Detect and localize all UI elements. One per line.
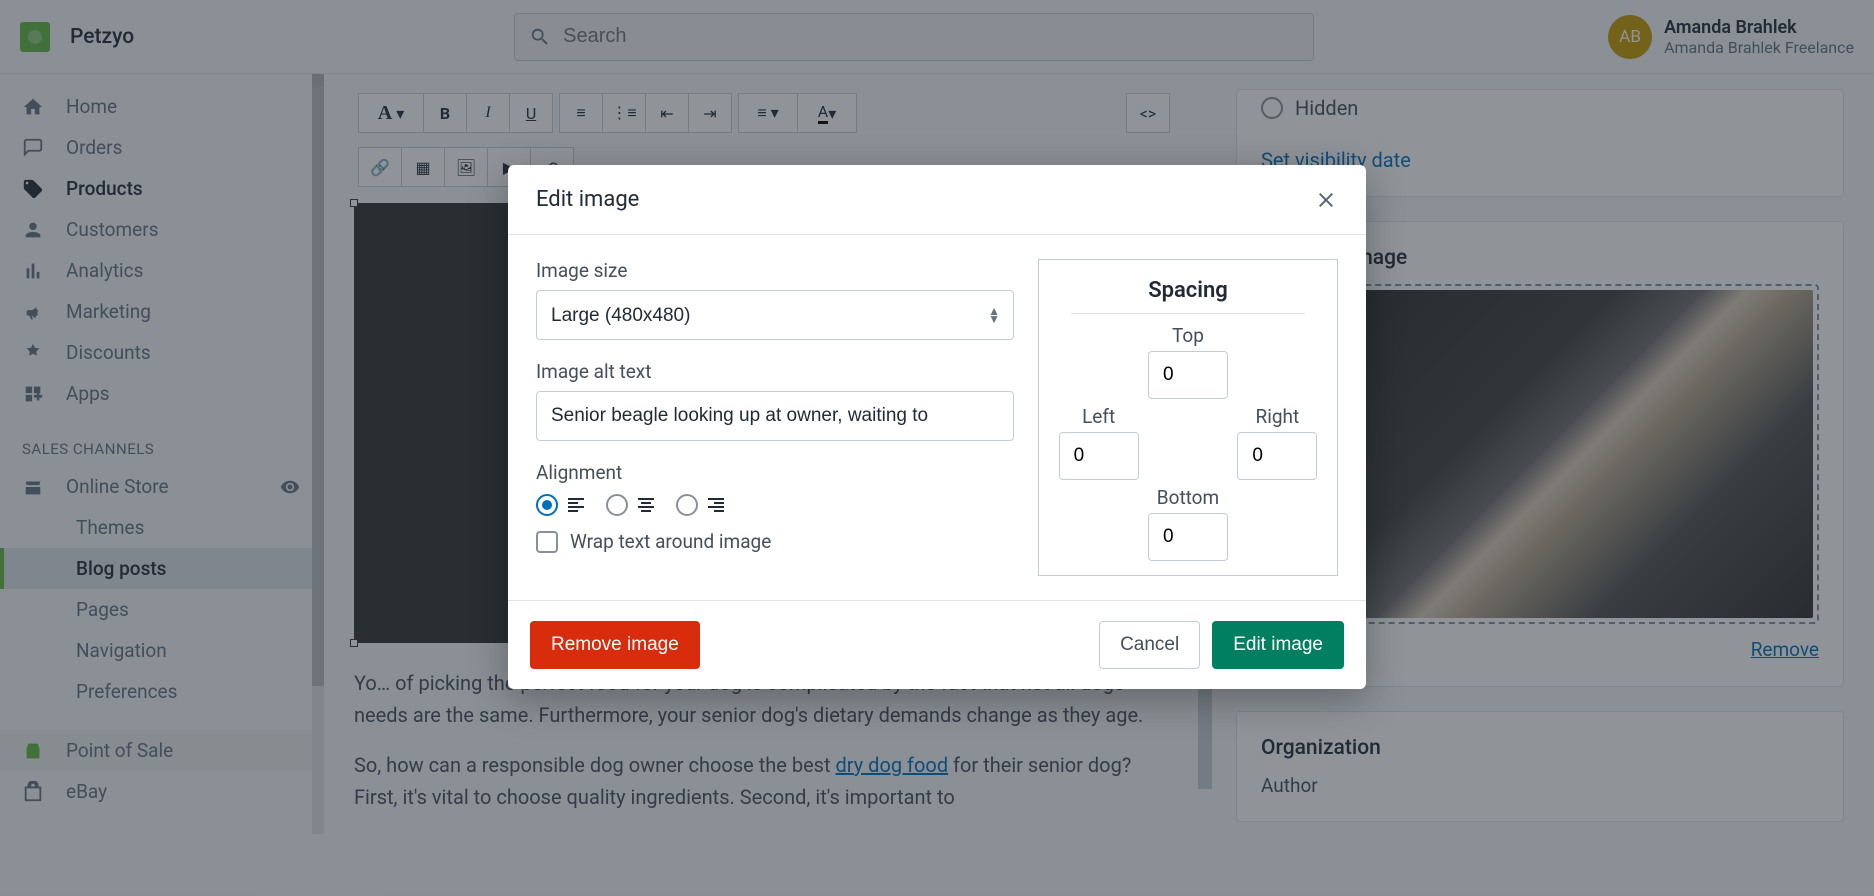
radio-icon [676,494,698,516]
wrap-text-checkbox-row[interactable]: Wrap text around image [536,530,1014,553]
align-center-icon [638,498,654,512]
edit-image-modal: Edit image Image size Large (480x480) ▲▼… [508,165,1366,689]
align-right-icon [708,498,724,512]
checkbox-icon [536,531,558,553]
radio-icon [536,494,558,516]
image-alt-label: Image alt text [536,360,1014,383]
modal-title: Edit image [536,187,639,212]
spacing-top-input[interactable] [1148,351,1228,399]
radio-icon [606,494,628,516]
close-icon[interactable] [1314,188,1338,212]
modal-body: Image size Large (480x480) ▲▼ Image alt … [508,235,1366,600]
spacing-bottom-input[interactable] [1148,513,1228,561]
spacing-panel: Spacing Top Left Right Bott [1038,259,1338,576]
align-right-option[interactable] [676,494,724,516]
cancel-button[interactable]: Cancel [1099,621,1200,669]
select-arrows-icon: ▲▼ [988,307,1000,323]
modal-footer: Remove image Cancel Edit image [508,600,1366,689]
alignment-label: Alignment [536,461,1014,484]
spacing-left-input[interactable] [1059,432,1139,480]
align-left-option[interactable] [536,494,584,516]
spacing-left-label: Left [1082,405,1115,428]
modal-overlay: Edit image Image size Large (480x480) ▲▼… [0,0,1874,896]
align-center-option[interactable] [606,494,654,516]
spacing-right-label: Right [1255,405,1299,428]
image-size-label: Image size [536,259,1014,282]
spacing-title: Spacing [1071,274,1305,314]
image-alt-input[interactable] [536,391,1014,441]
spacing-right-input[interactable] [1237,432,1317,480]
remove-image-button[interactable]: Remove image [530,621,700,669]
alignment-options [536,494,1014,516]
spacing-bottom-label: Bottom [1157,486,1219,509]
align-left-icon [568,498,584,512]
wrap-label: Wrap text around image [570,530,771,553]
image-size-select[interactable]: Large (480x480) [536,290,1014,340]
edit-image-button[interactable]: Edit image [1212,621,1344,669]
spacing-top-label: Top [1172,324,1204,347]
modal-header: Edit image [508,165,1366,235]
